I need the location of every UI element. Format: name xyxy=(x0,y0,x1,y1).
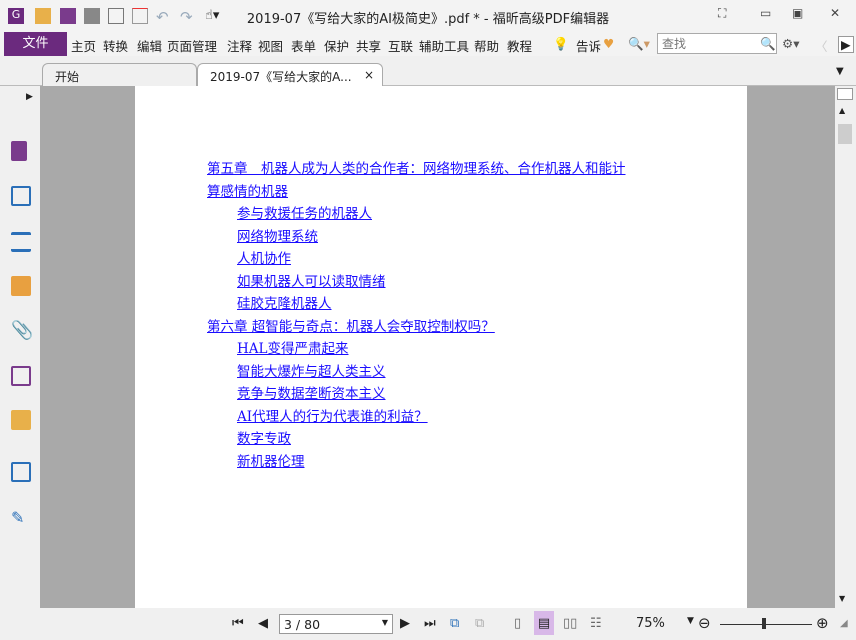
toc-link[interactable]: 如果机器人可以读取情绪 xyxy=(237,270,386,290)
scroll-thumb[interactable] xyxy=(838,124,852,144)
minimize-button[interactable]: ▭ xyxy=(760,6,771,20)
menu-share[interactable]: 共享 xyxy=(356,36,381,55)
first-page-icon[interactable]: ⏮ xyxy=(232,616,244,631)
expand-sidebar-icon[interactable]: ▶ xyxy=(26,92,33,102)
toc-link[interactable]: 硅胶克隆机器人 xyxy=(237,292,332,312)
continuous-page-icon[interactable]: ▤ xyxy=(534,611,554,635)
tab-document[interactable]: 2019-07《写给大家的A... × xyxy=(197,63,383,87)
toc-link[interactable]: 人机协作 xyxy=(237,247,291,267)
split-handle[interactable] xyxy=(837,88,853,100)
find-folder-icon[interactable]: 🔍▾ xyxy=(628,36,650,52)
close-button[interactable]: ✕ xyxy=(830,6,840,20)
sidebar: ▶ 📎 ✎ xyxy=(0,86,40,608)
zoom-in-icon[interactable]: ⊕ xyxy=(816,614,829,632)
next-view-icon[interactable]: ⧉ xyxy=(475,616,484,631)
page-dropdown-icon[interactable]: ▼ xyxy=(382,618,388,627)
menu-comment[interactable]: 注释 xyxy=(227,36,252,55)
pages-icon[interactable] xyxy=(11,186,31,206)
scroll-up-icon[interactable]: ▲ xyxy=(839,106,845,115)
toc-link[interactable]: AI代理人的行为代表谁的利益？ xyxy=(237,405,428,425)
close-tab-icon[interactable]: × xyxy=(364,68,374,82)
toc-link[interactable]: 第六章 超智能与奇点：机器人会夺取控制权吗？ xyxy=(207,315,495,335)
next-page-icon[interactable]: ▶ xyxy=(400,616,410,631)
single-page-icon[interactable]: ▯ xyxy=(514,616,521,631)
tab-label: 开始 xyxy=(55,70,80,84)
menu-convert[interactable]: 转换 xyxy=(103,36,128,55)
menu-help[interactable]: 帮助 xyxy=(474,36,499,55)
menu-tutorial[interactable]: 教程 xyxy=(507,36,532,55)
security-lock-icon[interactable] xyxy=(11,410,31,430)
toc-link[interactable]: 智能大爆炸与超人类主义 xyxy=(237,360,386,380)
menu-connect[interactable]: 互联 xyxy=(388,36,413,55)
comments-icon[interactable] xyxy=(11,276,31,296)
signature-icon[interactable] xyxy=(11,366,31,386)
last-page-icon[interactable]: ⏭ xyxy=(424,616,436,631)
menu-home[interactable]: 主页 xyxy=(71,36,96,55)
scroll-right-icon[interactable]: ▶ xyxy=(838,36,854,53)
toc-link[interactable]: 竞争与数据垄断资本主义 xyxy=(237,382,386,402)
search-input[interactable] xyxy=(657,33,777,54)
previous-view-icon[interactable]: ⧉ xyxy=(450,616,459,631)
continuous-facing-icon[interactable]: ☷ xyxy=(590,616,602,631)
attachments-icon[interactable]: 📎 xyxy=(11,320,33,341)
fullscreen-icon[interactable]: ⛶ xyxy=(718,6,726,21)
tab-list-dropdown[interactable]: ▼ xyxy=(836,66,844,77)
zoom-out-icon[interactable]: ⊖ xyxy=(698,614,711,632)
lightbulb-icon[interactable]: 💡 xyxy=(553,36,569,52)
toc-link[interactable]: 参与救援任务的机器人 xyxy=(237,202,372,222)
tell-me[interactable]: 告诉 xyxy=(576,36,601,55)
toc-link[interactable]: 新机器伦理 xyxy=(237,450,305,470)
toc-link[interactable]: HAL变得严肃起来 xyxy=(237,337,349,357)
toc-link[interactable]: 算感情的机器 xyxy=(207,180,288,200)
prev-page-icon[interactable]: ◀ xyxy=(258,616,268,631)
zoom-slider-track[interactable] xyxy=(720,624,812,625)
menu-protect[interactable]: 保护 xyxy=(324,36,349,55)
form-fields-icon[interactable] xyxy=(11,462,31,482)
menu-file[interactable]: 文件 xyxy=(4,32,67,56)
toc-link[interactable]: 第五章 机器人成为人类的合作者：网络物理系统、合作机器人和能计 xyxy=(207,157,626,177)
layers-icon[interactable] xyxy=(11,232,31,252)
facing-page-icon[interactable]: ▯▯ xyxy=(563,616,577,631)
menu-form[interactable]: 表单 xyxy=(291,36,316,55)
page-thumbnails-icon[interactable] xyxy=(11,141,27,161)
menu-edit[interactable]: 编辑 xyxy=(137,36,162,55)
tab-start[interactable]: 开始 xyxy=(42,63,197,87)
vertical-scrollbar[interactable]: ▲ ▼ xyxy=(835,86,856,608)
status-bar: ⏮ ◀ ▶ ⏭ ⧉ ⧉ ▯ ▤ ▯▯ ☷ 75% ▼ ⊖ ⊕ ◢ xyxy=(0,608,856,640)
resize-grip[interactable]: ◢ xyxy=(840,618,848,629)
page-number-input[interactable]: 3 / 80 ▼ xyxy=(279,614,393,634)
maximize-button[interactable]: ▣ xyxy=(792,6,803,20)
scroll-left-icon[interactable]: 〈 xyxy=(815,36,828,55)
scroll-down-icon[interactable]: ▼ xyxy=(839,594,845,603)
heart-icon[interactable]: ♥ xyxy=(603,36,614,51)
search-icon[interactable]: 🔍 xyxy=(760,36,776,52)
zoom-level[interactable]: 75% xyxy=(636,616,665,631)
zoom-slider-thumb[interactable] xyxy=(762,618,766,629)
page-number: 3 / 80 xyxy=(284,617,321,632)
tab-label: 2019-07《写给大家的A... xyxy=(210,70,352,84)
toc-link[interactable]: 网络物理系统 xyxy=(237,225,318,245)
menu-view[interactable]: 视图 xyxy=(258,36,283,55)
menu-page-manage[interactable]: 页面管理 xyxy=(167,36,217,55)
menu-accessibility[interactable]: 辅助工具 xyxy=(419,36,469,55)
zoom-dropdown-icon[interactable]: ▼ xyxy=(687,616,694,626)
window-title: 2019-07《写给大家的AI极简史》.pdf * - 福昕高级PDF编辑器 xyxy=(246,12,610,27)
settings-icon[interactable]: ⚙▾ xyxy=(782,36,799,51)
certificate-icon[interactable]: ✎ xyxy=(11,508,31,528)
toc-link[interactable]: 数字专政 xyxy=(237,427,291,447)
title-bar: G ↶ ↷ ☝▾ 2019-07《写给大家的AI极简史》.pdf * - 福昕高… xyxy=(0,0,856,32)
